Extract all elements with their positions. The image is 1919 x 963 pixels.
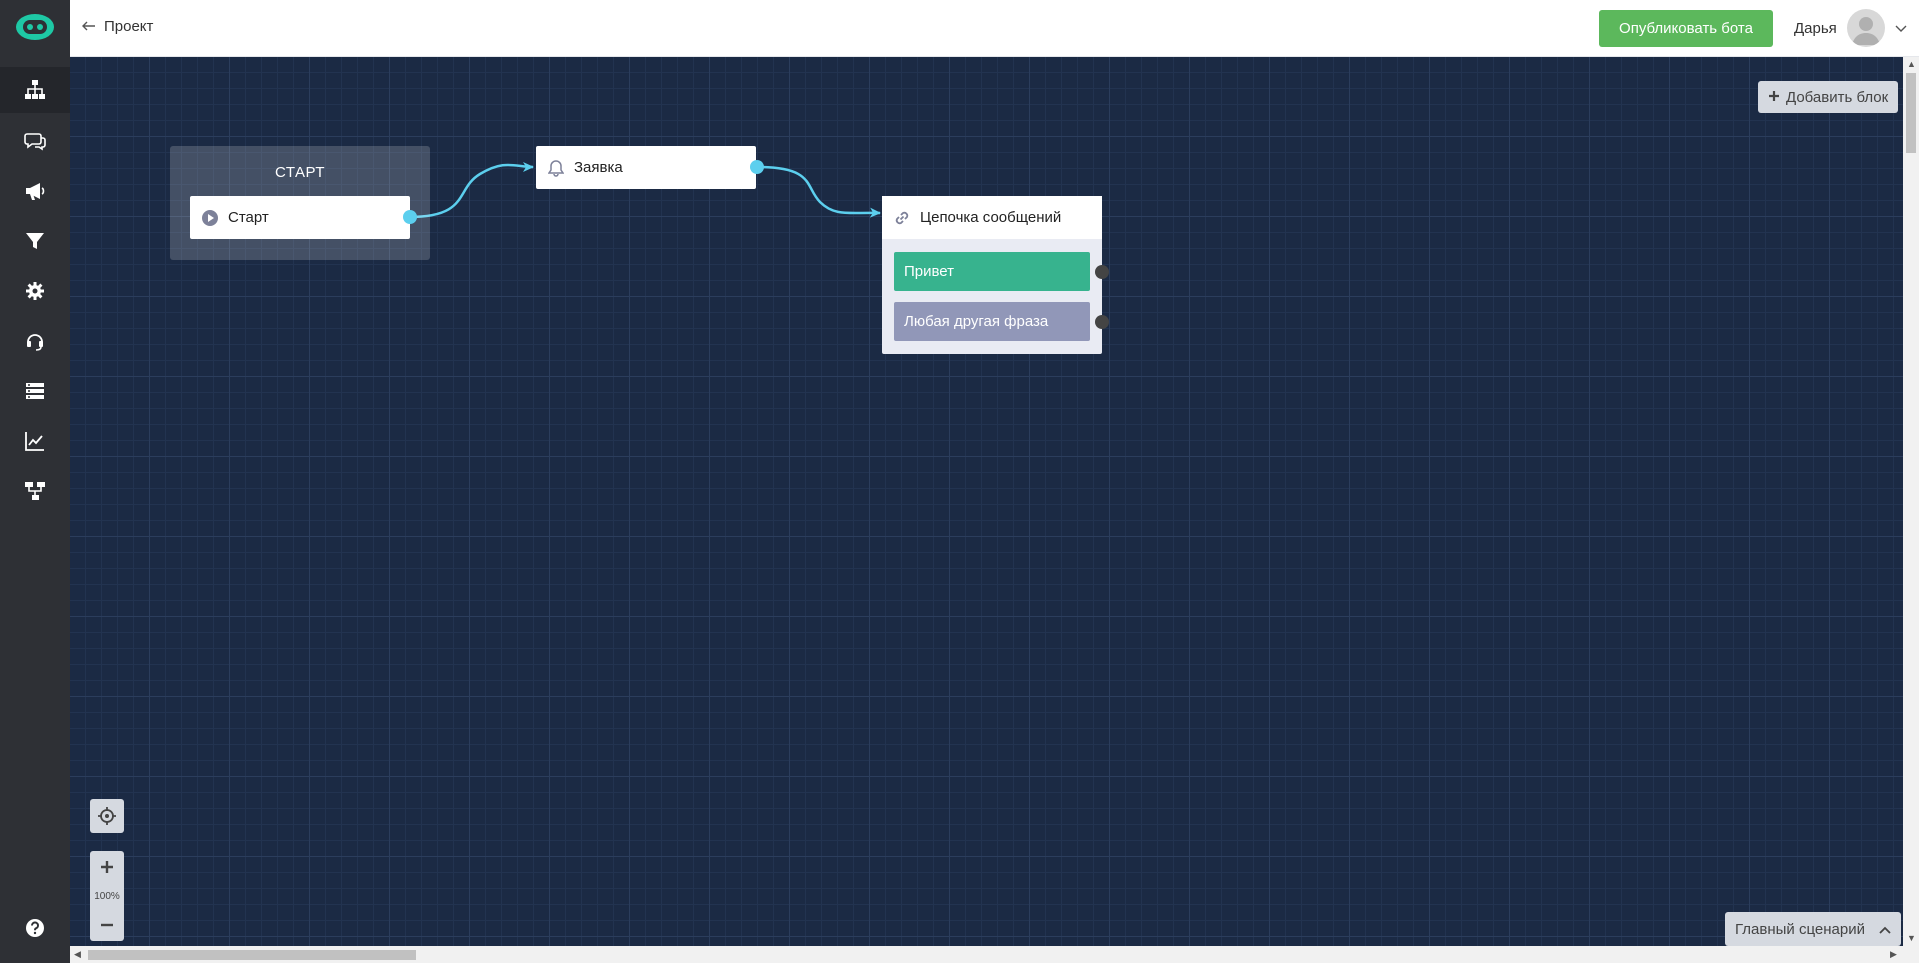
chart-line-icon (25, 432, 44, 451)
plus-icon (101, 861, 113, 873)
sidebar-item-settings[interactable] (0, 268, 70, 314)
start-output-port[interactable] (403, 210, 417, 224)
flow-canvas[interactable]: Добавить блок СТАРТ Старт Заявка Цепочка… (70, 57, 1903, 946)
chat-icon (24, 133, 46, 151)
publish-bot-button[interactable]: Опубликовать бота (1599, 10, 1773, 47)
back-link[interactable]: Проект (82, 18, 153, 35)
headset-icon (27, 334, 43, 351)
app-logo[interactable] (14, 8, 56, 46)
zoom-level: 100% (94, 891, 120, 902)
play-icon (200, 208, 220, 228)
filter-icon (26, 233, 44, 249)
request-output-port[interactable] (750, 160, 764, 174)
server-icon (26, 383, 44, 399)
zoom-controls: 100% (90, 851, 124, 941)
request-node[interactable]: Заявка (536, 146, 756, 189)
user-name: Дарья (1794, 19, 1837, 37)
vertical-scrollbar[interactable]: ▲ ▼ (1903, 57, 1919, 946)
zoom-out-button[interactable] (90, 911, 124, 939)
hierarchy-icon (25, 482, 45, 500)
user-menu[interactable]: Дарья (1794, 9, 1907, 47)
start-group-title: СТАРТ (275, 164, 325, 181)
any-phrase-output-port[interactable] (1095, 315, 1109, 329)
chevron-down-icon (1895, 20, 1907, 37)
sidebar-item-scenario[interactable] (0, 67, 70, 113)
minus-icon (101, 923, 113, 927)
zoom-in-button[interactable] (90, 853, 124, 881)
scenario-selector[interactable]: Главный сценарий (1725, 912, 1901, 946)
sitemap-icon (25, 80, 45, 99)
help-button[interactable] (0, 905, 70, 951)
request-node-label: Заявка (574, 159, 623, 176)
sidebar-item-database[interactable] (0, 368, 70, 414)
bell-icon (546, 158, 566, 178)
add-block-button[interactable]: Добавить блок (1758, 81, 1899, 113)
start-node-label: Старт (228, 209, 269, 226)
message-chain-node[interactable]: Цепочка сообщений Привет Любая другая фр… (882, 196, 1102, 354)
sidebar-item-funnels[interactable] (0, 218, 70, 264)
message-chain-header: Цепочка сообщений (882, 196, 1102, 239)
sidebar-item-support[interactable] (0, 318, 70, 364)
chevron-up-icon (1879, 921, 1891, 938)
question-icon (26, 919, 44, 937)
sidebar-item-chats[interactable] (0, 118, 70, 164)
scroll-left-icon[interactable]: ◀ (74, 949, 81, 960)
hello-output-port[interactable] (1095, 265, 1109, 279)
horizontal-scroll-thumb[interactable] (88, 950, 416, 960)
horizontal-scrollbar[interactable]: ◀ ▶ (70, 946, 1919, 963)
crosshair-icon (98, 807, 116, 825)
sidebar-item-broadcasts[interactable] (0, 168, 70, 214)
chain-button-any-phrase[interactable]: Любая другая фраза (894, 302, 1090, 341)
megaphone-icon (26, 183, 45, 200)
top-bar: Проект Опубликовать бота Дарья (70, 0, 1919, 57)
vertical-scroll-thumb[interactable] (1906, 73, 1916, 153)
start-node[interactable]: Старт (190, 196, 410, 239)
add-block-label: Добавить блок (1786, 88, 1889, 106)
connector-request-to-chain (756, 165, 881, 218)
gear-icon (26, 282, 44, 300)
avatar (1846, 9, 1885, 47)
arrow-left-icon (82, 18, 96, 35)
back-label: Проект (104, 18, 154, 35)
chain-button-hello[interactable]: Привет (894, 252, 1090, 291)
message-chain-label: Цепочка сообщений (920, 209, 1062, 226)
sidebar-item-analytics[interactable] (0, 418, 70, 464)
scroll-up-icon[interactable]: ▲ (1907, 59, 1916, 69)
center-view-button[interactable] (90, 799, 124, 833)
sidebar (0, 0, 70, 963)
plus-icon (1768, 89, 1780, 106)
scroll-down-icon[interactable]: ▼ (1907, 933, 1916, 943)
scenario-label: Главный сценарий (1735, 920, 1865, 938)
link-icon (892, 208, 912, 228)
sidebar-item-integrations[interactable] (0, 468, 70, 514)
scroll-right-icon[interactable]: ▶ (1890, 949, 1897, 960)
